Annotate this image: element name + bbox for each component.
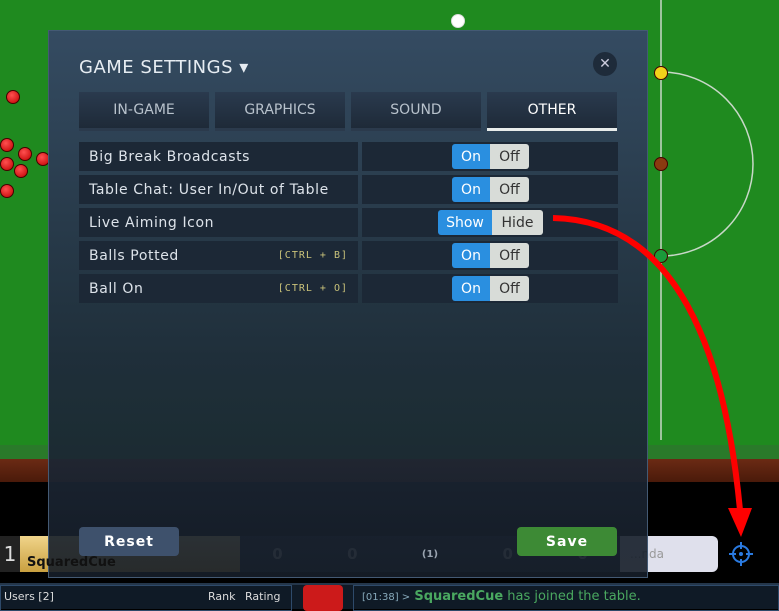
users-count: Users [2]: [4, 590, 54, 603]
chat-time: [01:38] >: [362, 592, 411, 603]
off-option[interactable]: Off: [490, 177, 529, 202]
setting-control: On Off: [362, 142, 618, 171]
on-option[interactable]: On: [452, 276, 490, 301]
yellow-ball: [654, 66, 668, 80]
chat-message: has joined the table.: [503, 589, 641, 604]
brown-ball: [654, 157, 668, 171]
frames-total: (1): [421, 548, 439, 560]
on-off-toggle[interactable]: On Off: [452, 177, 529, 202]
red-ball: [0, 184, 14, 198]
green-ball: [654, 249, 668, 263]
player-position: 1: [0, 536, 20, 572]
on-off-toggle[interactable]: On Off: [452, 243, 529, 268]
on-off-toggle[interactable]: On Off: [452, 144, 529, 169]
rating-header[interactable]: Rating: [245, 590, 280, 603]
off-option[interactable]: Off: [490, 276, 529, 301]
setting-label: Live Aiming Icon: [89, 214, 215, 231]
arrow-head: [728, 508, 752, 537]
setting-label: Ball On: [89, 280, 144, 297]
users-panel: Users [2] Rank Rating: [0, 585, 292, 611]
setting-table-chat: Table Chat: User In/Out of Table: [79, 175, 358, 204]
save-button[interactable]: Save: [517, 527, 617, 556]
setting-label: Table Chat: User In/Out of Table: [89, 181, 329, 198]
show-hide-toggle[interactable]: Show Hide: [438, 210, 543, 235]
off-option[interactable]: Off: [490, 144, 529, 169]
setting-control: On Off: [362, 175, 618, 204]
setting-balls-potted: Balls Potted [CTRL + B]: [79, 241, 358, 270]
setting-control: On Off: [362, 241, 618, 270]
off-option[interactable]: Off: [490, 243, 529, 268]
close-icon[interactable]: ✕: [593, 52, 617, 76]
setting-label: Big Break Broadcasts: [89, 148, 251, 165]
game-settings-dialog: GAME SETTINGS ▾ ✕ IN-GAME GRAPHICS SOUND…: [48, 30, 648, 578]
shortcut-hint: [CTRL + O]: [277, 283, 348, 294]
red-ball: [6, 90, 20, 104]
setting-big-break-broadcasts: Big Break Broadcasts: [79, 142, 358, 171]
red-ball: [0, 138, 14, 152]
setting-live-aiming-icon: Live Aiming Icon: [79, 208, 358, 237]
red-ball: [0, 157, 14, 171]
tab-other[interactable]: OTHER: [487, 92, 617, 131]
hide-option[interactable]: Hide: [492, 210, 543, 235]
chat-user[interactable]: SquaredCue: [414, 589, 503, 604]
on-option[interactable]: On: [452, 144, 490, 169]
shortcut-hint: [CTRL + B]: [277, 250, 348, 261]
setting-label: Balls Potted: [89, 247, 179, 264]
chat-panel: [01:38] > SquaredCue has joined the tabl…: [353, 585, 779, 611]
dialog-title[interactable]: GAME SETTINGS ▾: [79, 57, 249, 78]
setting-control: Show Hide: [362, 208, 618, 237]
crosshair-icon[interactable]: [729, 541, 753, 567]
red-ball: [18, 147, 32, 161]
show-option[interactable]: Show: [438, 210, 492, 235]
on-option[interactable]: On: [452, 177, 490, 202]
player1-name: SquaredCue: [27, 555, 116, 570]
setting-control: On Off: [362, 274, 618, 303]
tab-sound[interactable]: SOUND: [351, 92, 481, 131]
on-off-toggle[interactable]: On Off: [452, 276, 529, 301]
setting-ball-on: Ball On [CTRL + O]: [79, 274, 358, 303]
rank-header[interactable]: Rank: [208, 590, 235, 603]
red-ball: [14, 164, 28, 178]
leave-table-button[interactable]: [303, 585, 343, 611]
on-option[interactable]: On: [452, 243, 490, 268]
tab-graphics[interactable]: GRAPHICS: [215, 92, 345, 131]
bottom-panel: Users [2] Rank Rating [01:38] > SquaredC…: [0, 583, 779, 611]
cue-ball: [451, 14, 465, 28]
tab-in-game[interactable]: IN-GAME: [79, 92, 209, 131]
reset-button[interactable]: Reset: [79, 527, 179, 556]
